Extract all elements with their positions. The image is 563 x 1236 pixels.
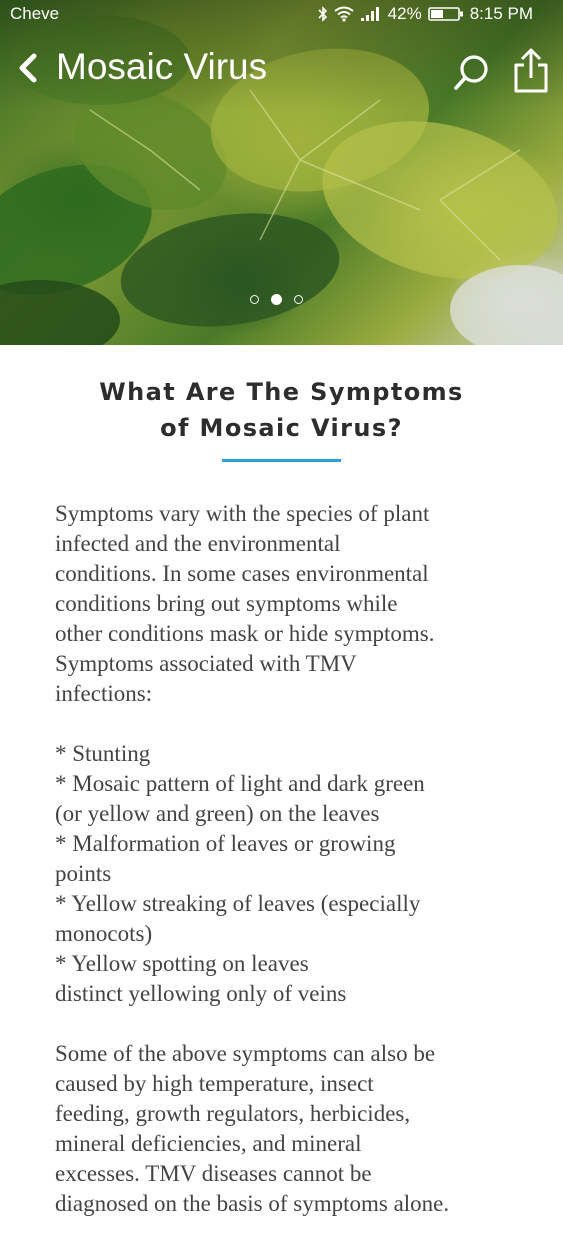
heading-underline [222, 459, 341, 462]
list-item: * Malformation of leaves or growing poin… [55, 831, 396, 886]
heading-line-2: of Mosaic Virus? [160, 414, 403, 442]
status-indicators: 42% 8:15 PM [318, 4, 533, 24]
heading-line-1: What Are The Symptoms [99, 378, 464, 406]
carousel-dot[interactable] [250, 295, 259, 304]
search-icon[interactable] [452, 52, 492, 92]
symptom-list: * Stunting * Mosaic pattern of light and … [55, 739, 525, 1009]
carousel-dot[interactable] [294, 295, 303, 304]
app-bar: Mosaic Virus [0, 40, 563, 100]
signal-icon [360, 7, 379, 21]
list-item: * Mosaic pattern of light and dark green… [55, 771, 425, 826]
list-item: * Yellow spotting on leaves distinct yel… [55, 951, 347, 1006]
carousel-indicator [250, 294, 303, 305]
section-heading: What Are The Symptoms of Mosaic Virus? [0, 374, 563, 446]
page-title: Mosaic Virus [56, 46, 268, 87]
paragraph-conclusion: Some of the above symptoms can also be c… [55, 1041, 450, 1216]
battery-percent: 42% [387, 4, 422, 23]
list-item: * Stunting [55, 741, 151, 766]
status-bar: Cheve 42% 8:15 PM [0, 0, 563, 28]
wifi-icon [334, 6, 354, 22]
battery-icon [427, 7, 463, 21]
clock: 8:15 PM [469, 4, 533, 23]
share-icon[interactable] [512, 48, 550, 94]
article-body: Symptoms vary with the species of plant … [55, 499, 525, 1219]
paragraph-intro: Symptoms vary with the species of plant … [55, 501, 435, 706]
back-arrow-icon[interactable] [14, 48, 42, 88]
carrier-name: Cheve [10, 4, 60, 23]
carousel-dot-active[interactable] [271, 294, 282, 305]
bluetooth-icon [318, 6, 327, 22]
list-item: * Yellow streaking of leaves (especially… [55, 891, 421, 946]
